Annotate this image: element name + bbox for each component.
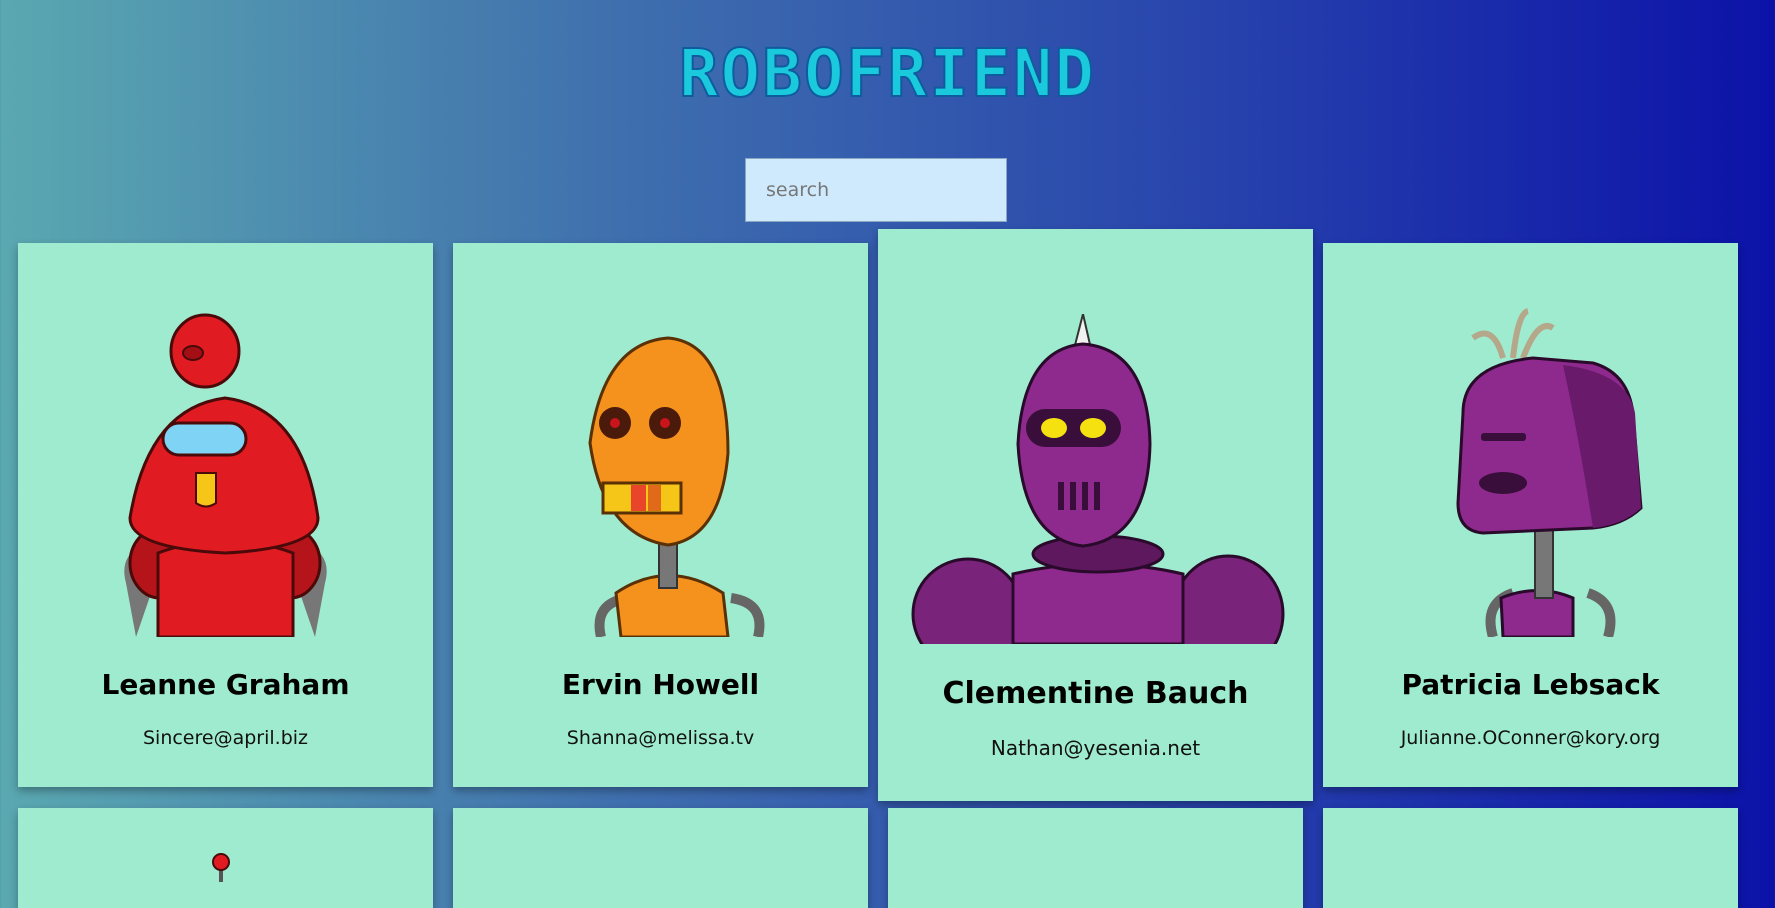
robot-avatar-image bbox=[911, 314, 1285, 644]
robot-card[interactable] bbox=[888, 808, 1303, 908]
robot-card[interactable]: Leanne Graham Sincere@april.biz bbox=[18, 243, 433, 787]
robot-avatar-image bbox=[588, 336, 765, 637]
robot-name: Clementine Bauch bbox=[942, 676, 1249, 711]
search-input[interactable] bbox=[745, 158, 1007, 222]
robot-avatar-image bbox=[212, 853, 230, 882]
robot-name: Ervin Howell bbox=[561, 668, 760, 701]
robot-email: Julianne.OConner@kory.org bbox=[1400, 727, 1661, 749]
robot-avatar-image bbox=[124, 313, 327, 637]
robot-email: Sincere@april.biz bbox=[142, 727, 309, 749]
robot-email: Shanna@melissa.tv bbox=[566, 727, 755, 749]
robot-card[interactable] bbox=[18, 808, 433, 908]
robot-card[interactable] bbox=[1323, 808, 1738, 908]
robot-card[interactable]: Clementine Bauch Nathan@yesenia.net bbox=[878, 229, 1313, 801]
robot-name: Patricia Lebsack bbox=[1401, 668, 1660, 701]
robot-email: Nathan@yesenia.net bbox=[990, 736, 1201, 760]
robot-avatar-image bbox=[1456, 308, 1643, 637]
robot-card[interactable]: Patricia Lebsack Julianne.OConner@kory.o… bbox=[1323, 243, 1738, 787]
robot-card[interactable]: Ervin Howell Shanna@melissa.tv bbox=[453, 243, 868, 787]
app-title: ROBOFRIEND bbox=[678, 34, 1097, 113]
robot-card[interactable] bbox=[453, 808, 868, 908]
robot-name: Leanne Graham bbox=[101, 668, 350, 701]
